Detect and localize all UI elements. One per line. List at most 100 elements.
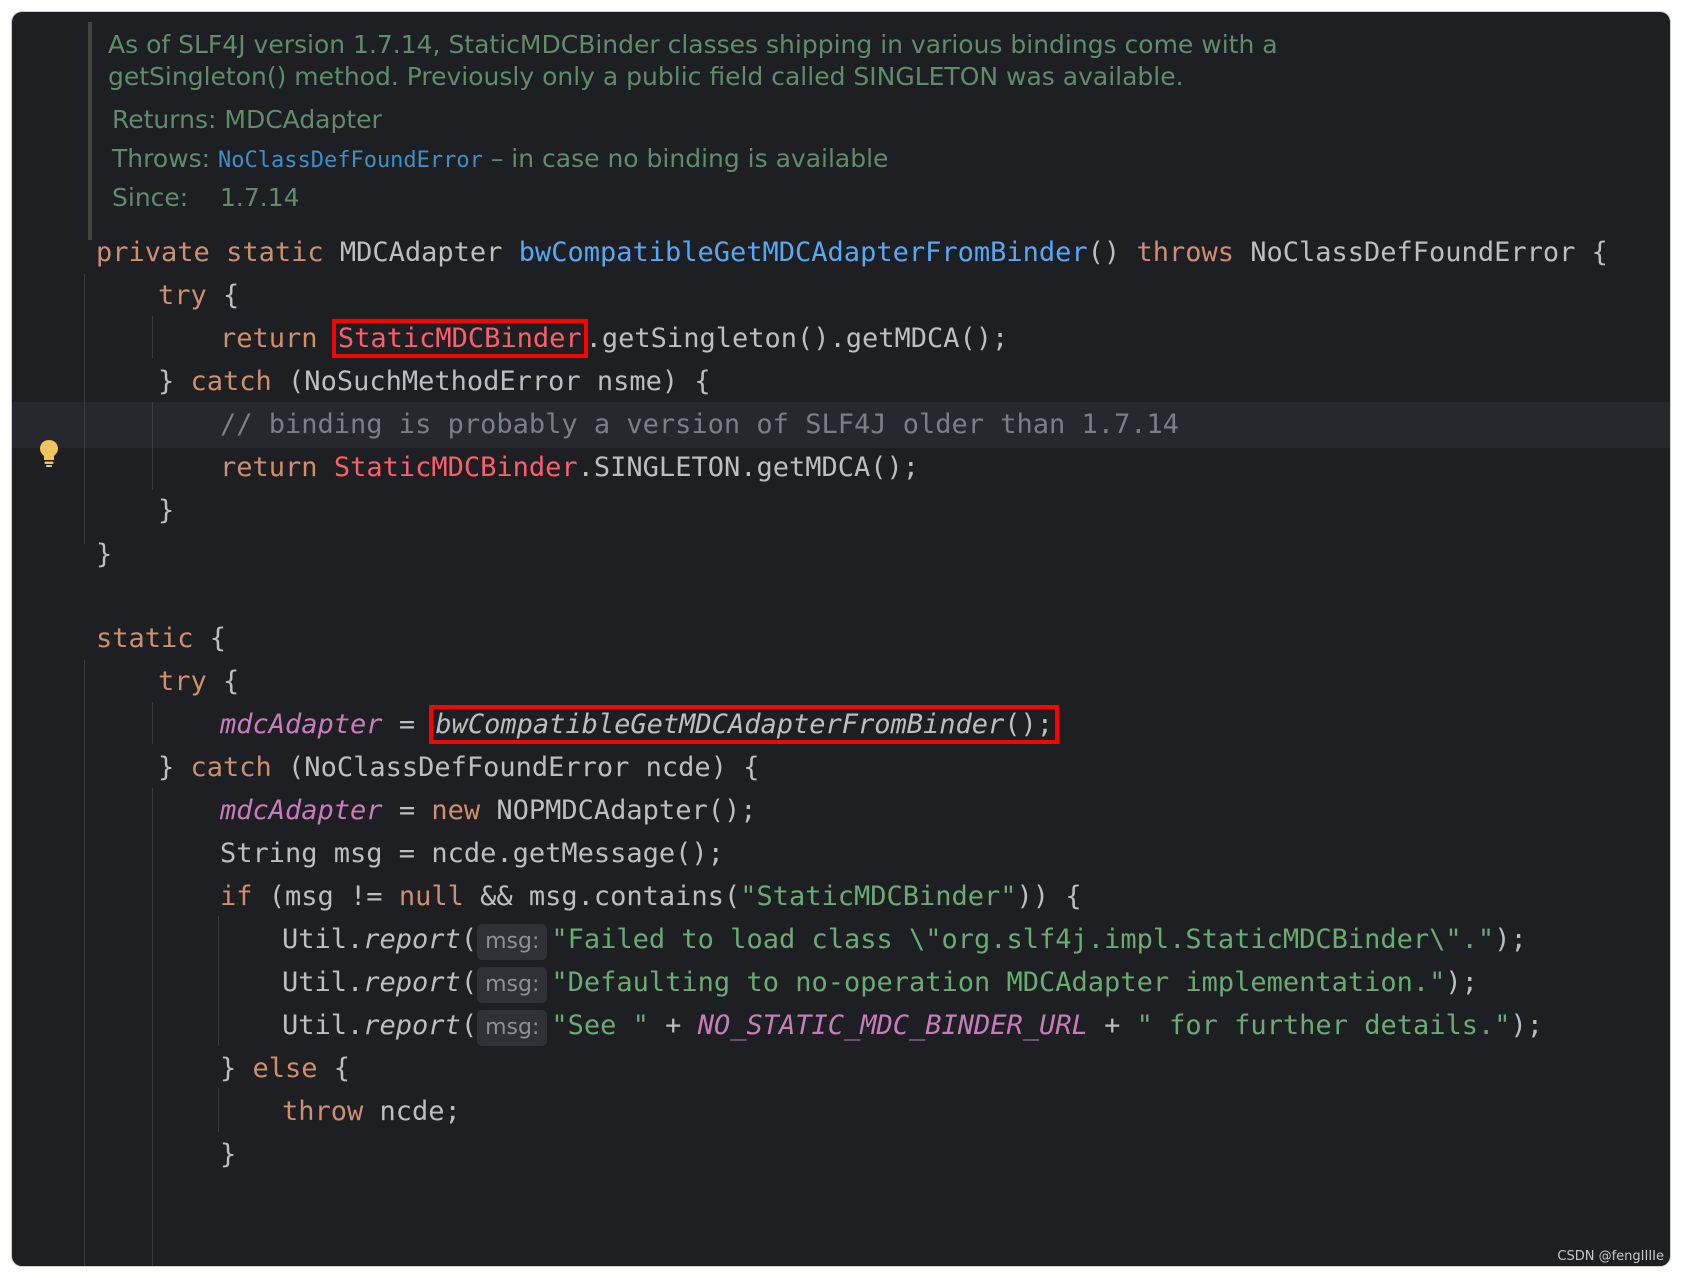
code-line-9: static { [96, 616, 226, 662]
keyword: catch [190, 366, 272, 397]
code-line-11: mdcAdapter = bwCompatibleGetMDCAdapterFr… [220, 702, 1060, 748]
code-text: ( [460, 1010, 478, 1041]
code-line-6: return StaticMDCBinder.SINGLETON.getMDCA… [220, 445, 919, 491]
keyword: new [431, 795, 481, 826]
code-text: } [220, 1053, 253, 1084]
code-line-13: mdcAdapter = new NOPMDCAdapter(); [220, 788, 756, 834]
code-text: NoClassDefFoundError { [1233, 237, 1608, 268]
keyword: static [96, 623, 194, 654]
code-line-10: try { [158, 659, 239, 705]
string-literal: "StaticMDCBinder" [740, 881, 1017, 912]
code-text: .SINGLETON.getMDCA(); [577, 452, 920, 483]
code-line-7: } [158, 495, 175, 526]
field-reference[interactable]: mdcAdapter [220, 795, 383, 826]
code-line-1: private static MDCAdapter bwCompatibleGe… [96, 230, 1608, 276]
code-line-15: if (msg != null && msg.contains("StaticM… [220, 874, 1082, 920]
code-text: ( [460, 924, 478, 955]
code-line-2: try { [158, 273, 239, 319]
throws-desc: – in case no binding is available [482, 144, 889, 173]
code-text: Util. [282, 967, 364, 998]
code-text: ); [1445, 967, 1478, 998]
method-call[interactable]: report [363, 967, 461, 998]
highlighted-method-call[interactable]: bwCompatibleGetMDCAdapterFromBinder(); [429, 705, 1060, 744]
indent-guide [152, 788, 153, 1266]
code-text: { [317, 1053, 351, 1084]
indent-guide [218, 1088, 219, 1132]
code-text: + [1087, 1010, 1137, 1041]
lightbulb-icon[interactable] [38, 438, 60, 468]
code-text: } [158, 752, 191, 783]
code-text: ncde; [363, 1096, 461, 1127]
returns-label: Returns: [112, 105, 217, 134]
throws-label: Throws: [112, 144, 211, 173]
watermark: CSDN @fengIIIIe [1557, 1249, 1664, 1264]
field-reference[interactable]: mdcAdapter [220, 709, 383, 740]
since-label: Since: [112, 183, 189, 212]
code-line-8: } [96, 539, 113, 570]
indent-guide [84, 660, 85, 1266]
indent-guide [218, 916, 219, 1046]
code-comment: // binding is probably a version of SLF4… [220, 409, 1180, 440]
rendered-javadoc: As of SLF4J version 1.7.14, StaticMDCBin… [12, 12, 1670, 244]
code-text: && msg.contains( [463, 881, 741, 912]
javadoc-returns: Returns: MDCAdapter [112, 103, 382, 137]
indent-guide [152, 702, 153, 744]
code-text: Util. [282, 1010, 364, 1041]
code-text: ); [1494, 924, 1527, 955]
code-line-21: } [220, 1139, 237, 1170]
code-text: (NoClassDefFoundError ncde) { [271, 752, 760, 783]
keyword: try [158, 280, 207, 311]
code-line-16: Util.report(msg: "Failed to load class \"… [282, 917, 1527, 963]
keyword: return [220, 323, 318, 354]
code-text: NOPMDCAdapter(); [480, 795, 757, 826]
code-text: )) { [1016, 881, 1082, 912]
code-text: .getSingleton().getMDCA(); [585, 323, 1009, 354]
method-call[interactable]: bwCompatibleGetMDCAdapterFromBinder [435, 709, 1004, 740]
code-text: { [206, 666, 240, 697]
code-text: (NoSuchMethodError nsme) { [271, 366, 711, 397]
parameter-hint: msg: [477, 1010, 548, 1046]
method-declaration[interactable]: bwCompatibleGetMDCAdapterFromBinder [519, 237, 1088, 268]
highlighted-class-reference[interactable]: StaticMDCBinder [331, 319, 588, 358]
returns-value: MDCAdapter [224, 105, 382, 134]
javadoc-throws: Throws: NoClassDefFoundError – in case n… [112, 142, 888, 178]
indent-guide [152, 316, 153, 358]
keyword: try [158, 666, 207, 697]
code-line-3: return StaticMDCBinder .getSingleton().ge… [220, 316, 1008, 362]
string-literal: "See " [551, 1010, 649, 1041]
method-call[interactable]: report [363, 924, 461, 955]
javadoc-bar [88, 22, 92, 240]
method-call[interactable]: report [363, 1010, 461, 1041]
code-text: (); [1004, 709, 1054, 740]
code-text: { [206, 280, 240, 311]
code-text: () [1087, 237, 1137, 268]
code-line-4: } catch (NoSuchMethodError nsme) { [158, 359, 711, 405]
keyword: else [252, 1053, 318, 1084]
indent-guide [152, 402, 153, 490]
code-text: ); [1510, 1010, 1544, 1041]
keyword: private [96, 237, 210, 268]
keyword: static [226, 237, 324, 268]
code-line-19: } else { [220, 1046, 350, 1092]
constant-reference[interactable]: NO_STATIC_MDC_BINDER_URL [698, 1010, 1088, 1041]
string-literal: " for further details." [1136, 1010, 1511, 1041]
keyword: throws [1136, 237, 1234, 268]
code-text: = [382, 709, 432, 740]
parameter-hint: msg: [477, 924, 548, 960]
string-literal: "Defaulting to no-operation MDCAdapter i… [551, 967, 1446, 998]
class-reference[interactable]: StaticMDCBinder [334, 452, 578, 483]
throws-link[interactable]: NoClassDefFoundError [218, 148, 483, 173]
code-text: = [382, 795, 432, 826]
keyword: if [220, 881, 253, 912]
string-literal: "Failed to load class \"org.slf4j.impl.S… [551, 924, 1495, 955]
code-text: (msg != [252, 881, 399, 912]
keyword: catch [190, 752, 272, 783]
indent-guide [84, 274, 85, 544]
code-editor[interactable]: As of SLF4J version 1.7.14, StaticMDCBin… [12, 12, 1670, 1266]
since-value: 1.7.14 [220, 183, 300, 212]
code-line-14: String msg = ncde.getMessage(); [220, 838, 724, 869]
code-line-5: // binding is probably a version of SLF4… [220, 402, 1179, 448]
javadoc-since: Since: 1.7.14 [112, 181, 300, 215]
keyword: null [398, 881, 464, 912]
code-text: { [193, 623, 227, 654]
